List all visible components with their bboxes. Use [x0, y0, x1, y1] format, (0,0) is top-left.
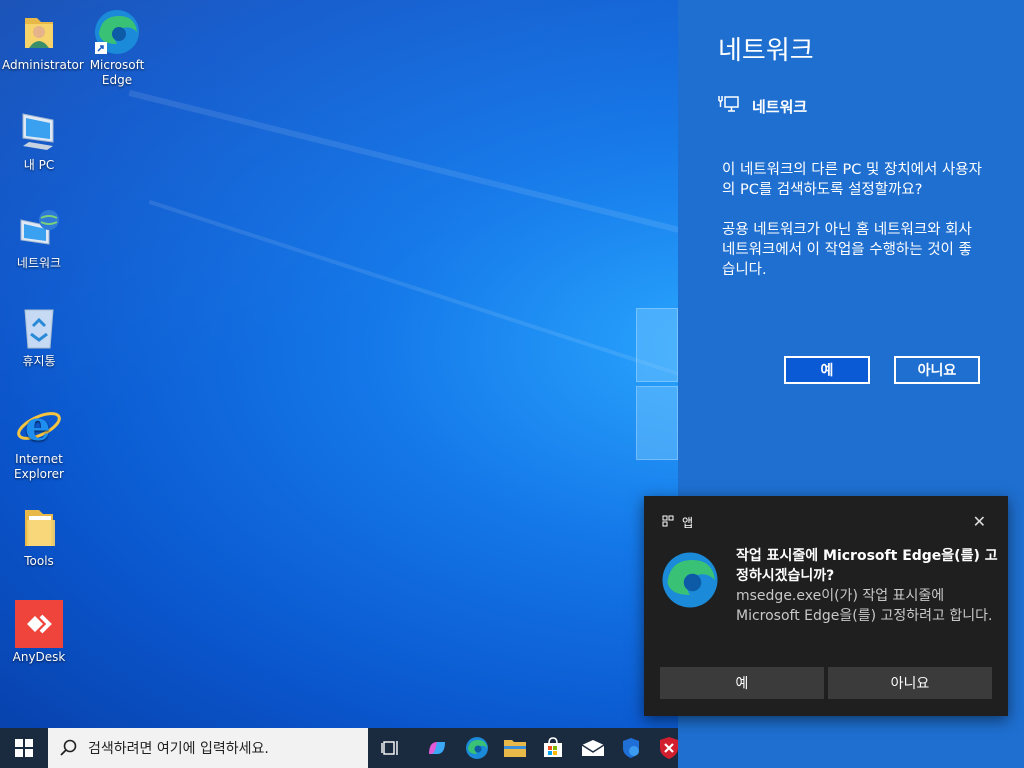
- notification-app-header: 앱: [662, 514, 693, 531]
- panel-no-button[interactable]: 아니요: [894, 356, 980, 384]
- computer-icon: [15, 108, 63, 156]
- notification-no-button[interactable]: 아니요: [828, 667, 992, 699]
- user-folder-icon: [15, 8, 63, 56]
- microsoft-store-icon[interactable]: [534, 728, 572, 768]
- desktop-icon-tools[interactable]: Tools: [2, 504, 76, 569]
- panel-title: 네트워크: [718, 36, 814, 66]
- desktop-icon-edge[interactable]: Microsoft Edge: [80, 8, 154, 88]
- security-alert-icon[interactable]: [650, 728, 688, 768]
- notification-headline: 작업 표시줄에 Microsoft Edge을(를) 고정하시겠습니까?: [736, 548, 998, 584]
- panel-subheading: 네트워크: [718, 94, 807, 118]
- search-icon: [60, 739, 77, 756]
- notification-app-label: 앱: [682, 516, 694, 530]
- desktop-icon-this-pc[interactable]: 내 PC: [2, 108, 76, 173]
- panel-network-name: 네트워크: [752, 97, 808, 116]
- edge-icon[interactable]: [458, 728, 496, 768]
- windows-logo-icon: [15, 739, 33, 757]
- file-explorer-icon[interactable]: [496, 728, 534, 768]
- desktop-icon-label: AnyDesk: [12, 650, 66, 664]
- panel-message: 이 네트워크의 다른 PC 및 장치에서 사용자의 PC를 검색하도록 설정할까…: [722, 162, 982, 278]
- desktop-icon-network[interactable]: 네트워크: [2, 206, 76, 271]
- close-icon[interactable]: ✕: [973, 512, 986, 531]
- recycle-bin-icon: [15, 304, 63, 352]
- desktop-icon-label: 휴지통: [22, 354, 56, 368]
- taskbar-search-box[interactable]: 검색하려면 여기에 입력하세요.: [48, 728, 368, 768]
- task-view-icon[interactable]: [372, 728, 410, 768]
- network-icon: [15, 206, 63, 254]
- desktop-icon-label: 내 PC: [23, 158, 55, 172]
- network-icon: [718, 94, 740, 118]
- wallpaper-light-beam: [148, 200, 721, 390]
- edge-icon: [660, 550, 720, 610]
- copilot-icon[interactable]: [418, 728, 456, 768]
- anydesk-icon: [15, 600, 63, 648]
- notification-yes-button[interactable]: 예: [660, 667, 824, 699]
- desktop-icon-label: Administrator: [2, 58, 84, 72]
- svg-text:e: e: [25, 403, 50, 450]
- app-grid-icon: [662, 515, 674, 530]
- folder-icon: [15, 504, 63, 552]
- desktop-icon-administrator[interactable]: Administrator: [2, 8, 84, 73]
- desktop-icon-label: 네트워크: [16, 256, 62, 270]
- mail-icon[interactable]: [574, 728, 612, 768]
- notification-body: msedge.exe이(가) 작업 표시줄에 Microsoft Edge을(를…: [736, 588, 993, 624]
- desktop-icon-internet-explorer[interactable]: e Internet Explorer: [2, 402, 76, 482]
- desktop-icon-label: Internet Explorer: [14, 452, 64, 481]
- search-placeholder: 검색하려면 여기에 입력하세요.: [88, 741, 269, 757]
- desktop-icon-label: Tools: [24, 554, 54, 568]
- edge-icon: [93, 8, 141, 56]
- panel-yes-button[interactable]: 예: [784, 356, 870, 384]
- internet-explorer-icon: e: [15, 402, 63, 450]
- pin-to-taskbar-notification: 앱 ✕ 작업 표시줄에 Microsoft Edge을(를) 고정하시겠습니까?…: [644, 496, 1008, 716]
- taskbar: 검색하려면 여기에 입력하세요.: [0, 728, 678, 768]
- desktop-icon-label: Microsoft Edge: [89, 58, 145, 87]
- defender-icon[interactable]: [612, 728, 650, 768]
- desktop-icon-anydesk[interactable]: AnyDesk: [2, 600, 76, 665]
- desktop-icon-recycle-bin[interactable]: 휴지통: [2, 304, 76, 369]
- start-button[interactable]: [0, 728, 48, 768]
